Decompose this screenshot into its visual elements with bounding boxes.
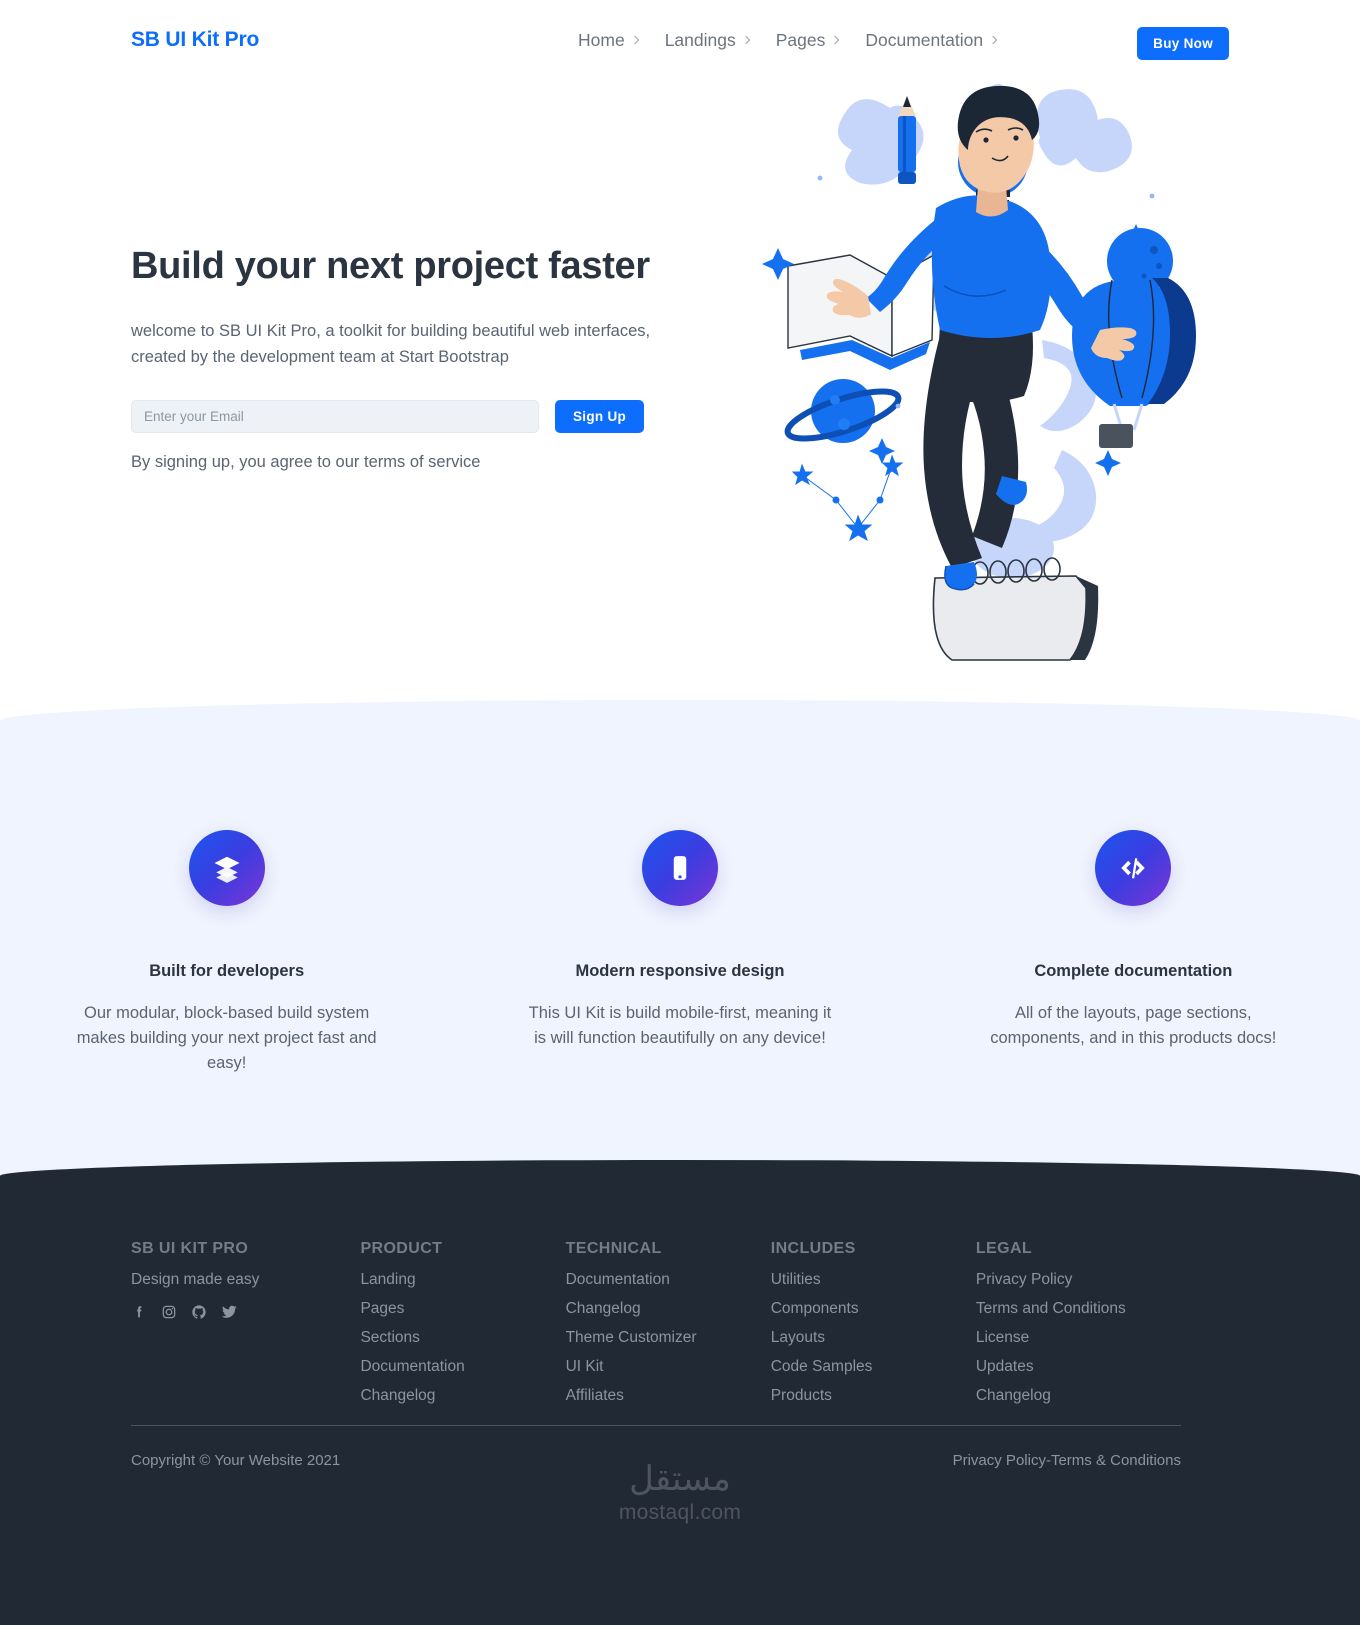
footer-column-heading: INCLUDES [770,1240,856,1257]
layers-stack-icon [214,856,240,883]
footer-link[interactable]: Changelog [360,1387,565,1405]
footer-divider [131,1425,1181,1426]
instagram-icon[interactable] [161,1304,177,1320]
footer-column-product: PRODUCT Landing Pages Sections Documenta… [360,1240,565,1416]
nav-label: Home [578,30,625,50]
nav-label: Landings [664,30,736,50]
footer-link[interactable]: Layouts [771,1329,976,1347]
footer-link[interactable]: Affiliates [566,1387,771,1405]
feature-title: Built for developers [149,962,305,980]
footer-link[interactable]: UI Kit [566,1358,771,1376]
facebook-icon[interactable] [131,1304,147,1320]
footer-bottom-bar: Copyright © Your Website 2021 Privacy Po… [131,1452,1181,1469]
feature-description: This UI Kit is build mobile-first, meani… [528,1004,832,1047]
nav-item-landings[interactable]: Landings [664,30,750,51]
hero-illustration [762,84,1196,661]
footer-link[interactable]: Updates [976,1358,1181,1376]
feature-card-complete-documentation: Complete documentation All of the layout… [907,830,1360,1076]
mostaql-watermark: مستقل mostaql.com [0,1460,1360,1525]
watermark-latin: mostaql.com [618,1501,742,1525]
feature-icon-wrapper [188,830,265,906]
nav-label: Pages [775,30,826,50]
terms-note: By signing up, you agree to our terms of… [131,453,481,471]
footer-link[interactable]: Privacy Policy [976,1271,1181,1289]
feature-description: Our modular, block-based build system ma… [76,1004,377,1072]
social-links [131,1303,360,1320]
chevron-right-icon [831,35,840,45]
nav-label: Documentation [865,30,984,50]
main-navigation: Home Landings Pages Documentation [578,30,998,51]
footer-terms-link[interactable]: Privacy Policy-Terms & Conditions [953,1452,1181,1469]
footer-link[interactable]: Changelog [976,1387,1181,1405]
hero-subtitle: welcome to SB UI Kit Pro, a toolkit for … [131,322,651,366]
twitter-icon[interactable] [221,1303,238,1320]
feature-title: Complete documentation [1034,962,1233,980]
email-input[interactable] [131,400,539,433]
features-section: Built for developers Our modular, block-… [0,700,1360,1185]
landing-page: SB UI Kit Pro Home Landings Pages Docume… [0,0,1360,1625]
signup-form: Sign Up [131,400,645,433]
hero-section: Build your next project faster welcome t… [0,0,1360,735]
nav-item-documentation[interactable]: Documentation [865,30,998,51]
feature-card-built-for-developers: Built for developers Our modular, block-… [0,830,453,1076]
footer-link[interactable]: License [976,1329,1181,1347]
copyright-text: Copyright © Your Website 2021 [131,1452,341,1469]
footer-link[interactable]: Code Samples [771,1358,976,1376]
footer-link[interactable]: Theme Customizer [566,1329,771,1347]
footer-link[interactable]: Sections [360,1329,565,1347]
footer-link[interactable]: Changelog [566,1300,771,1318]
signup-button[interactable]: Sign Up [555,400,645,433]
chevron-right-icon [630,35,639,45]
footer-link[interactable]: Landing [360,1271,565,1289]
footer-column-includes: INCLUDES Utilities Components Layouts Co… [771,1240,976,1416]
site-header: SB UI Kit Pro Home Landings Pages Docume… [0,0,1360,85]
nav-item-pages[interactable]: Pages [775,30,840,51]
footer-column-heading: PRODUCT [360,1240,443,1257]
footer-tagline: Design made easy [131,1271,260,1288]
feature-card-modern-responsive-design: Modern responsive design This UI Kit is … [453,830,906,1076]
feature-icon-wrapper [1095,830,1172,906]
site-footer: SB UI KIT PRO Design made easy PRODUCT L… [0,1160,1360,1625]
footer-link[interactable]: Components [771,1300,976,1318]
page-title: Build your next project faster [131,245,650,287]
footer-brand-column: SB UI KIT PRO Design made easy [131,1240,360,1416]
buy-now-button[interactable]: Buy Now [1137,27,1229,60]
footer-link[interactable]: Products [771,1387,976,1405]
footer-link[interactable]: Utilities [771,1271,976,1289]
feature-icon-wrapper [641,830,718,906]
footer-columns: SB UI KIT PRO Design made easy PRODUCT L… [131,1240,1181,1416]
github-icon[interactable] [191,1304,207,1320]
brand-logo[interactable]: SB UI Kit Pro [131,28,259,52]
feature-description: All of the layouts, page sections, compo… [990,1004,1277,1047]
mobile-phone-icon [673,856,687,880]
footer-column-legal: LEGAL Privacy Policy Terms and Condition… [976,1240,1181,1416]
chevron-right-icon [741,35,750,45]
footer-column-heading: TECHNICAL [565,1240,662,1257]
code-brackets-icon [1121,858,1146,879]
nav-item-home[interactable]: Home [578,30,639,51]
footer-link[interactable]: Documentation [360,1358,565,1376]
feature-title: Modern responsive design [575,962,785,980]
chevron-right-icon [988,35,998,45]
footer-column-technical: TECHNICAL Documentation Changelog Theme … [566,1240,771,1416]
footer-link[interactable]: Terms and Conditions [976,1300,1181,1318]
footer-link[interactable]: Documentation [566,1271,771,1289]
footer-link[interactable]: Pages [360,1300,565,1318]
footer-brand-heading: SB UI KIT PRO [131,1240,249,1257]
features-list: Built for developers Our modular, block-… [0,830,1360,1076]
footer-column-heading: LEGAL [975,1240,1033,1257]
